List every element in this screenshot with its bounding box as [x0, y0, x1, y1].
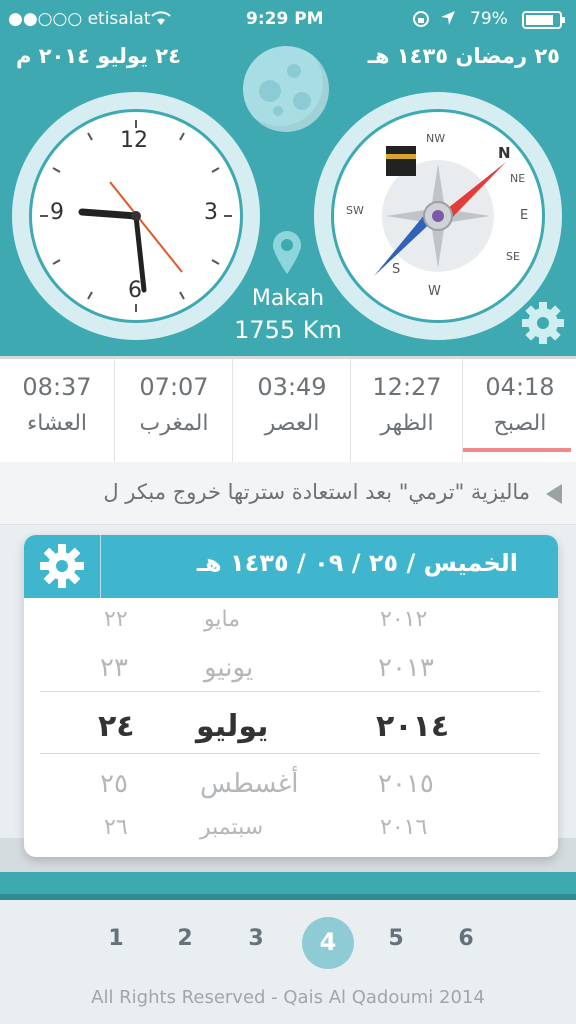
converter-header: الخميس / ٢٥ / ٠٩ / ١٤٣٥ هـ	[24, 535, 558, 598]
picker-day: ٢٢	[104, 607, 128, 632]
page-2-button[interactable]: 2	[165, 926, 205, 951]
date-converter-card: الخميس / ٢٥ / ٠٩ / ١٤٣٥ هـ ٢٢ مايو ٢٠١٢ …	[24, 535, 558, 857]
picker-day: ٢٥	[100, 769, 128, 799]
prayer-time: 08:37	[22, 373, 92, 401]
picker-row-selected[interactable]: ٢٤ يوليو ٢٠١٤	[24, 701, 558, 755]
settings-gear-icon[interactable]	[520, 300, 566, 346]
status-bar: ●●○○○ etisalat 9:29 PM 79%	[0, 0, 576, 38]
compass-nw-label: NW	[426, 132, 446, 145]
converter-settings-button[interactable]	[24, 535, 101, 598]
battery-percent: 79%	[470, 9, 508, 29]
battery-icon	[522, 11, 566, 34]
clock-number-9: 9	[50, 200, 64, 225]
picker-month: أغسطس	[200, 769, 299, 799]
gregorian-date: ٢٤ يوليو ٢٠١٤ م	[16, 44, 181, 68]
compass-e-label: E	[520, 208, 529, 223]
converter-hijri-date: الخميس / ٢٥ / ٠٩ / ١٤٣٥ هـ	[196, 549, 518, 577]
picker-year: ٢٠١٥	[378, 769, 434, 799]
page-4-button[interactable]: 4	[308, 928, 348, 956]
picker-day: ٢٤	[98, 709, 135, 744]
ticker-text: ماليزية "ترمي" بعد استعادة سترتها خروج م…	[103, 480, 530, 504]
compass-ne-label: NE	[510, 172, 526, 185]
prayer-times-bar: 08:37 العشاء 07:07 المغرب 03:49 العصر 12…	[0, 356, 576, 463]
prayer-name: الصبح	[493, 411, 547, 436]
picker-year: ٢٠١٢	[380, 607, 428, 632]
wifi-icon	[150, 10, 172, 31]
prayer-time: 07:07	[139, 373, 209, 401]
clock-number-12: 12	[120, 128, 148, 153]
picker-row[interactable]: ٢٦ سبتمبر ٢٠١٦	[24, 807, 558, 857]
picker-month: سبتمبر	[200, 815, 264, 840]
copyright-footer: All Rights Reserved - Qais Al Qadoumi 20…	[91, 987, 485, 1008]
prayer-isha[interactable]: 08:37 العشاء	[0, 359, 114, 463]
location-arrow-icon	[440, 10, 456, 31]
news-ticker[interactable]: ماليزية "ترمي" بعد استعادة سترتها خروج م…	[0, 462, 576, 525]
location-distance: 1755 Km	[234, 316, 342, 344]
compass-s-label: S	[392, 262, 401, 277]
prayer-name: العصر	[264, 411, 320, 436]
prayer-time: 04:18	[485, 373, 555, 401]
prayer-name: العشاء	[26, 411, 88, 436]
picker-selection-line	[40, 691, 540, 692]
picker-day: ٢٦	[104, 815, 128, 840]
play-icon[interactable]	[546, 484, 562, 504]
page-1-button[interactable]: 1	[96, 926, 136, 951]
picker-year: ٢٠١٤	[376, 709, 450, 744]
picker-year: ٢٠١٣	[378, 653, 434, 683]
prayer-asr[interactable]: 03:49 العصر	[232, 359, 351, 463]
prayer-maghrib[interactable]: 07:07 المغرب	[114, 359, 233, 463]
compass-sw-label: SW	[346, 204, 364, 217]
carrier-label: ●●○○○ etisalat	[8, 9, 151, 29]
header-panel: ●●○○○ etisalat 9:29 PM 79% ٢٤ يوليو ٢٠١٤…	[0, 0, 576, 356]
picker-month: مايو	[204, 607, 240, 632]
prayer-dhuhr[interactable]: 12:27 الظهر	[350, 359, 463, 463]
prayer-time: 03:49	[257, 373, 327, 401]
picker-selection-line	[40, 753, 540, 754]
hijri-date: ٢٥ رمضان ١٤٣٥ هـ	[367, 44, 560, 68]
picker-day: ٢٣	[100, 653, 128, 683]
page-3-button[interactable]: 3	[236, 926, 276, 951]
clock-number-3: 3	[204, 200, 218, 225]
picker-year: ٢٠١٦	[380, 815, 428, 840]
compass-w-label: W	[428, 284, 441, 299]
picker-month: يوليو	[196, 709, 269, 744]
active-prayer-indicator	[463, 448, 571, 452]
prayer-time: 12:27	[372, 373, 442, 401]
compass-se-label: SE	[506, 250, 520, 263]
status-time: 9:29 PM	[246, 9, 324, 29]
teal-band	[0, 872, 576, 894]
location-pin-icon	[270, 228, 304, 276]
rotation-lock-icon	[412, 10, 430, 33]
moon-phase-icon	[243, 46, 329, 132]
prayer-name: المغرب	[139, 411, 209, 436]
clock-number-6: 6	[128, 278, 142, 303]
prayer-name: الظهر	[380, 411, 434, 436]
compass-n-label: N	[498, 144, 511, 162]
picker-month: يونيو	[204, 653, 254, 683]
teal-band-shadow	[0, 894, 576, 900]
page-6-button[interactable]: 6	[446, 926, 486, 951]
page-5-button[interactable]: 5	[376, 926, 416, 951]
